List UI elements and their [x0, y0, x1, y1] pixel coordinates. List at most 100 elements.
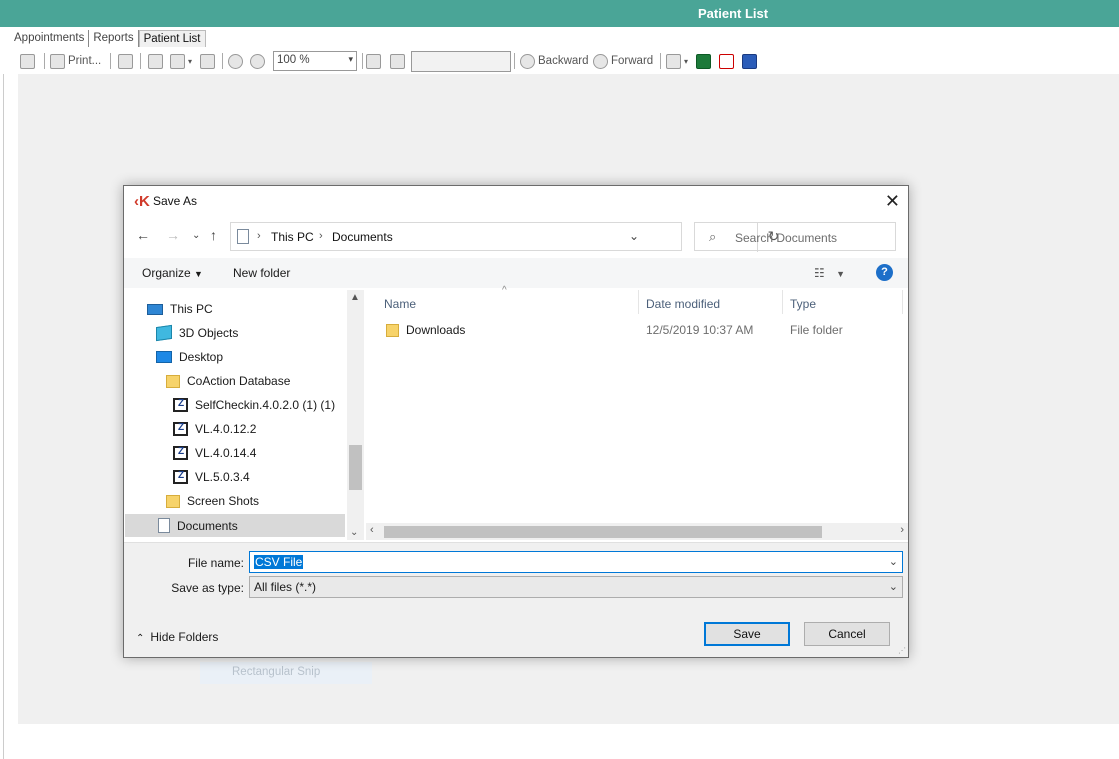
chevron-down-icon[interactable]: ⌄ — [889, 555, 898, 568]
tree-item-label: Documents — [177, 518, 238, 533]
toolbar-divider — [362, 53, 363, 69]
tree-item-vl-4-0-14-4[interactable]: VL.4.0.14.4 — [173, 446, 256, 460]
search-box[interactable]: ⌕ Search Documents — [694, 222, 896, 251]
copy-button[interactable] — [20, 52, 35, 70]
change-view-button[interactable]: ☷ ▼ — [814, 266, 845, 280]
zoom-in-icon — [250, 53, 265, 69]
tree-item-label: This PC — [170, 302, 213, 316]
breadcrumb-documents[interactable]: Documents — [332, 230, 393, 244]
column-header-type[interactable]: Type — [783, 290, 903, 314]
zoom-select[interactable]: 100 % ▾ — [273, 51, 357, 71]
nav-pane-scrollbar[interactable]: ▲ ⌄ — [347, 290, 364, 540]
scroll-right-icon[interactable]: › — [900, 524, 904, 536]
document-icon — [158, 518, 170, 533]
background-snip-label: Rectangular Snip — [200, 662, 372, 684]
tree-item-3d-objects[interactable]: 3D Objects — [156, 324, 239, 342]
export-word-button[interactable] — [742, 52, 757, 70]
close-icon[interactable]: ✕ — [885, 191, 900, 212]
organize-label: Organize — [142, 266, 191, 280]
copy-icon — [20, 53, 35, 69]
save-type-select[interactable]: All files (*.*) ⌄ — [249, 576, 903, 598]
chevron-down-icon[interactable]: ⌄ — [629, 229, 639, 243]
forward-button[interactable]: Forward — [593, 52, 653, 70]
page-icon — [148, 53, 163, 69]
zoom-out-button[interactable] — [228, 52, 243, 70]
tree-item-vl-4-0-12-2[interactable]: VL.4.0.12.2 — [173, 422, 256, 436]
pdf-icon — [719, 53, 734, 69]
save-button[interactable]: Save — [704, 622, 790, 646]
scroll-left-icon[interactable]: ‹ — [370, 524, 374, 536]
backward-button[interactable]: Backward — [520, 52, 589, 70]
tree-item-screen-shots[interactable]: Screen Shots — [166, 494, 259, 508]
scroll-down-icon[interactable]: ⌄ — [350, 527, 358, 538]
continuous-button[interactable] — [200, 52, 215, 70]
tree-item-label: 3D Objects — [179, 326, 239, 340]
zip-icon — [173, 446, 188, 460]
search-placeholder: Search Documents — [735, 231, 838, 245]
column-header-name[interactable]: Name — [366, 290, 639, 314]
tree-item-label: VL.4.0.14.4 — [195, 446, 257, 460]
search-icon: ⌕ — [709, 229, 717, 244]
toolbar-divider — [44, 53, 45, 69]
lines-icon — [200, 53, 215, 69]
scrollbar-thumb[interactable] — [349, 445, 362, 490]
app-title-bar: Patient List — [0, 0, 1119, 27]
resize-grip-icon[interactable]: ⋰ — [898, 646, 906, 655]
help-icon[interactable]: ? — [876, 264, 893, 281]
tree-item-desktop[interactable]: Desktop — [156, 350, 223, 364]
file-list-hscrollbar[interactable]: ‹ › — [366, 523, 908, 540]
scroll-up-icon[interactable]: ▲ — [350, 292, 360, 303]
forward-arrow-icon[interactable]: → — [166, 227, 180, 243]
recent-locations-icon[interactable]: ⌄ — [192, 230, 200, 241]
hide-folders-button[interactable]: ⌃ Hide Folders — [136, 630, 218, 644]
tree-item-label: VL.4.0.12.2 — [195, 422, 257, 436]
print-button[interactable]: Print... — [50, 52, 101, 70]
tree-item-selfcheckin[interactable]: SelfCheckin.4.0.2.0 (1) (1) — [173, 398, 335, 412]
tab-appointments[interactable]: Appointments — [10, 30, 90, 47]
export-pdf-button[interactable] — [719, 52, 734, 70]
chevron-down-icon: ▼ — [194, 269, 203, 279]
forward-label: Forward — [611, 55, 654, 67]
tab-patient-list[interactable]: Patient List — [138, 30, 206, 47]
file-name-input[interactable]: CSV File ⌄ — [249, 551, 903, 573]
hide-folders-label: Hide Folders — [150, 630, 219, 644]
save-type-value: All files (*.*) — [254, 580, 317, 594]
organize-button[interactable]: Organize ▼ — [142, 266, 203, 280]
scrollbar-thumb[interactable] — [384, 526, 822, 538]
back-arrow-icon[interactable]: ← — [136, 227, 150, 243]
tree-item-label: VL.5.0.3.4 — [195, 470, 250, 484]
tab-strip: Appointments Reports Patient List — [10, 30, 206, 48]
folder-icon — [166, 494, 180, 508]
first-page-button[interactable] — [366, 52, 381, 70]
zoom-in-button[interactable] — [250, 52, 265, 70]
up-arrow-icon[interactable]: ↑ — [210, 227, 217, 243]
breadcrumb-this-pc[interactable]: This PC — [271, 230, 314, 244]
prev-page-button[interactable] — [390, 52, 405, 70]
watermark-button[interactable]: ▾ — [666, 52, 688, 70]
tree-item-vl-5-0-3-4[interactable]: VL.5.0.3.4 — [173, 470, 250, 484]
zoom-out-icon — [228, 53, 243, 69]
save-as-dialog: ‹K Save As ✕ ← → ⌄ ↑ › This PC › Documen… — [123, 185, 909, 658]
file-row[interactable]: Downloads 12/5/2019 10:37 AM File folder — [366, 320, 906, 342]
tree-item-label: CoAction Database — [187, 374, 291, 388]
tree-item-this-pc[interactable]: This PC — [147, 302, 213, 316]
cancel-button[interactable]: Cancel — [804, 622, 890, 646]
tab-reports[interactable]: Reports — [89, 30, 139, 47]
forward-arrow-icon — [593, 53, 608, 69]
page-number-input[interactable] — [411, 51, 511, 72]
app-logo-icon: ‹K — [134, 193, 150, 210]
new-folder-button[interactable]: New folder — [233, 266, 290, 280]
command-bar: Organize ▼ New folder ☷ ▼ ? — [124, 258, 908, 288]
column-header-date-modified[interactable]: Date modified — [639, 290, 783, 314]
grid-icon — [170, 53, 185, 69]
multi-page-button[interactable]: ▾ — [170, 52, 192, 70]
chevron-down-icon: ▾ — [684, 56, 689, 66]
address-bar[interactable]: › This PC › Documents ⌄ ↻ — [230, 222, 779, 252]
desktop-icon — [156, 351, 172, 363]
export-excel-button[interactable] — [696, 52, 711, 70]
find-button[interactable] — [118, 52, 133, 70]
tree-item-coaction-database[interactable]: CoAction Database — [166, 374, 290, 388]
tree-item-label: Desktop — [179, 350, 224, 364]
single-page-button[interactable] — [148, 52, 163, 70]
tree-item-documents[interactable]: Documents — [125, 514, 345, 537]
